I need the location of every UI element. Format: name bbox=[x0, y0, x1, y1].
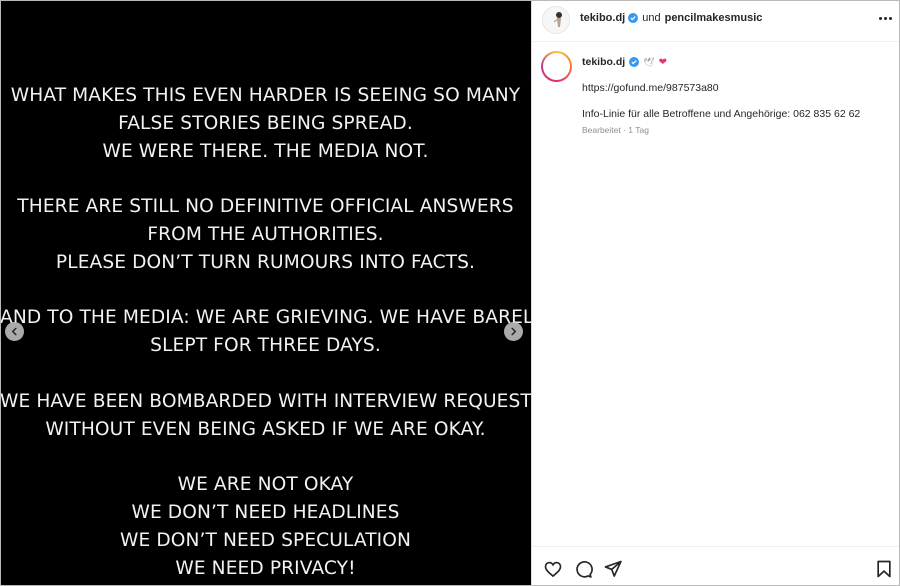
more-horizontal-icon bbox=[878, 16, 882, 20]
slide-text-line: WE NEED PRIVACY! bbox=[175, 557, 356, 579]
slide-text-gap bbox=[0, 360, 531, 388]
slide-text-gap bbox=[0, 165, 531, 193]
dove-emoji: 🕊 bbox=[643, 56, 655, 67]
slide-text-line: THERE ARE STILL NO DEFINITIVE OFFICIAL A… bbox=[17, 196, 514, 218]
slide-text-gap bbox=[0, 443, 531, 471]
slide-text-line: WITHOUT EVEN BEING ASKED IF WE ARE OKAY. bbox=[45, 418, 486, 440]
chevron-left-icon bbox=[11, 327, 17, 336]
post-actions bbox=[532, 546, 900, 586]
next-slide-button[interactable] bbox=[504, 322, 523, 341]
save-button[interactable] bbox=[874, 559, 894, 579]
slide-text: WHAT MAKES THIS EVEN HARDER IS SEEING SO… bbox=[0, 82, 531, 582]
caption-avatar[interactable] bbox=[541, 51, 572, 82]
post-media: WHAT MAKES THIS EVEN HARDER IS SEEING SO… bbox=[0, 0, 531, 586]
share-icon bbox=[604, 560, 622, 577]
caption-link[interactable]: https://gofund.me/987573a80 bbox=[582, 82, 892, 94]
slide-text-line: PLEASE DON’T TURN RUMOURS INTO FACTS. bbox=[55, 251, 476, 273]
avatar-photo-icon bbox=[543, 7, 569, 33]
slide-text-line: FROM THE AUTHORITIES. bbox=[147, 223, 384, 245]
more-options-button[interactable] bbox=[875, 10, 895, 26]
author-username[interactable]: tekibo.dj bbox=[580, 12, 625, 24]
slide-text-line: WHAT MAKES THIS EVEN HARDER IS SEEING SO… bbox=[10, 85, 521, 106]
comment-icon bbox=[576, 561, 593, 578]
slide-text-line: AND TO THE MEDIA: WE ARE GRIEVING. WE HA… bbox=[0, 307, 531, 329]
slide-text-line: WE WERE THERE. THE MEDIA NOT. bbox=[102, 140, 429, 162]
comment-button[interactable] bbox=[573, 559, 593, 579]
heart-emoji: ❤ bbox=[658, 56, 667, 68]
author-conjunction: und bbox=[642, 12, 661, 24]
like-button[interactable] bbox=[543, 559, 563, 579]
heart-icon bbox=[544, 561, 562, 578]
slide-text-line: SLEPT FOR THREE DAYS. bbox=[150, 335, 381, 357]
slide-text-line: WE DON’T NEED HEADLINES bbox=[131, 501, 400, 523]
caption-meta: Bearbeitet · 1 Tag bbox=[582, 125, 649, 135]
bookmark-icon bbox=[877, 560, 891, 578]
slide-text-line: FALSE STORIES BEING SPREAD. bbox=[118, 112, 413, 134]
slide-text-line: WE DON’T NEED SPECULATION bbox=[119, 529, 412, 551]
slide-text-line: WE ARE NOT OKAY bbox=[177, 474, 354, 496]
post-header: tekibo.dj und pencilmakesmusic bbox=[532, 0, 900, 42]
caption-username[interactable]: tekibo.dj bbox=[582, 56, 625, 68]
slide-text-gap bbox=[0, 277, 531, 305]
caption-info-text: Info-Linie für alle Betroffene und Angeh… bbox=[582, 108, 861, 120]
verified-badge-icon bbox=[629, 57, 640, 67]
collaborator-username[interactable]: pencilmakesmusic bbox=[665, 12, 763, 24]
post-side-panel: tekibo.dj und pencilmakesmusic tekibo.dj… bbox=[531, 0, 900, 586]
chevron-right-icon bbox=[511, 327, 517, 336]
author-avatar[interactable] bbox=[542, 6, 570, 34]
verified-badge-icon bbox=[628, 13, 639, 23]
slide-text-line: WE HAVE BEEN BOMBARDED WITH INTERVIEW RE… bbox=[0, 390, 531, 412]
previous-slide-button[interactable] bbox=[5, 322, 24, 341]
share-button[interactable] bbox=[603, 559, 623, 579]
post-authors: tekibo.dj und pencilmakesmusic bbox=[580, 12, 762, 24]
